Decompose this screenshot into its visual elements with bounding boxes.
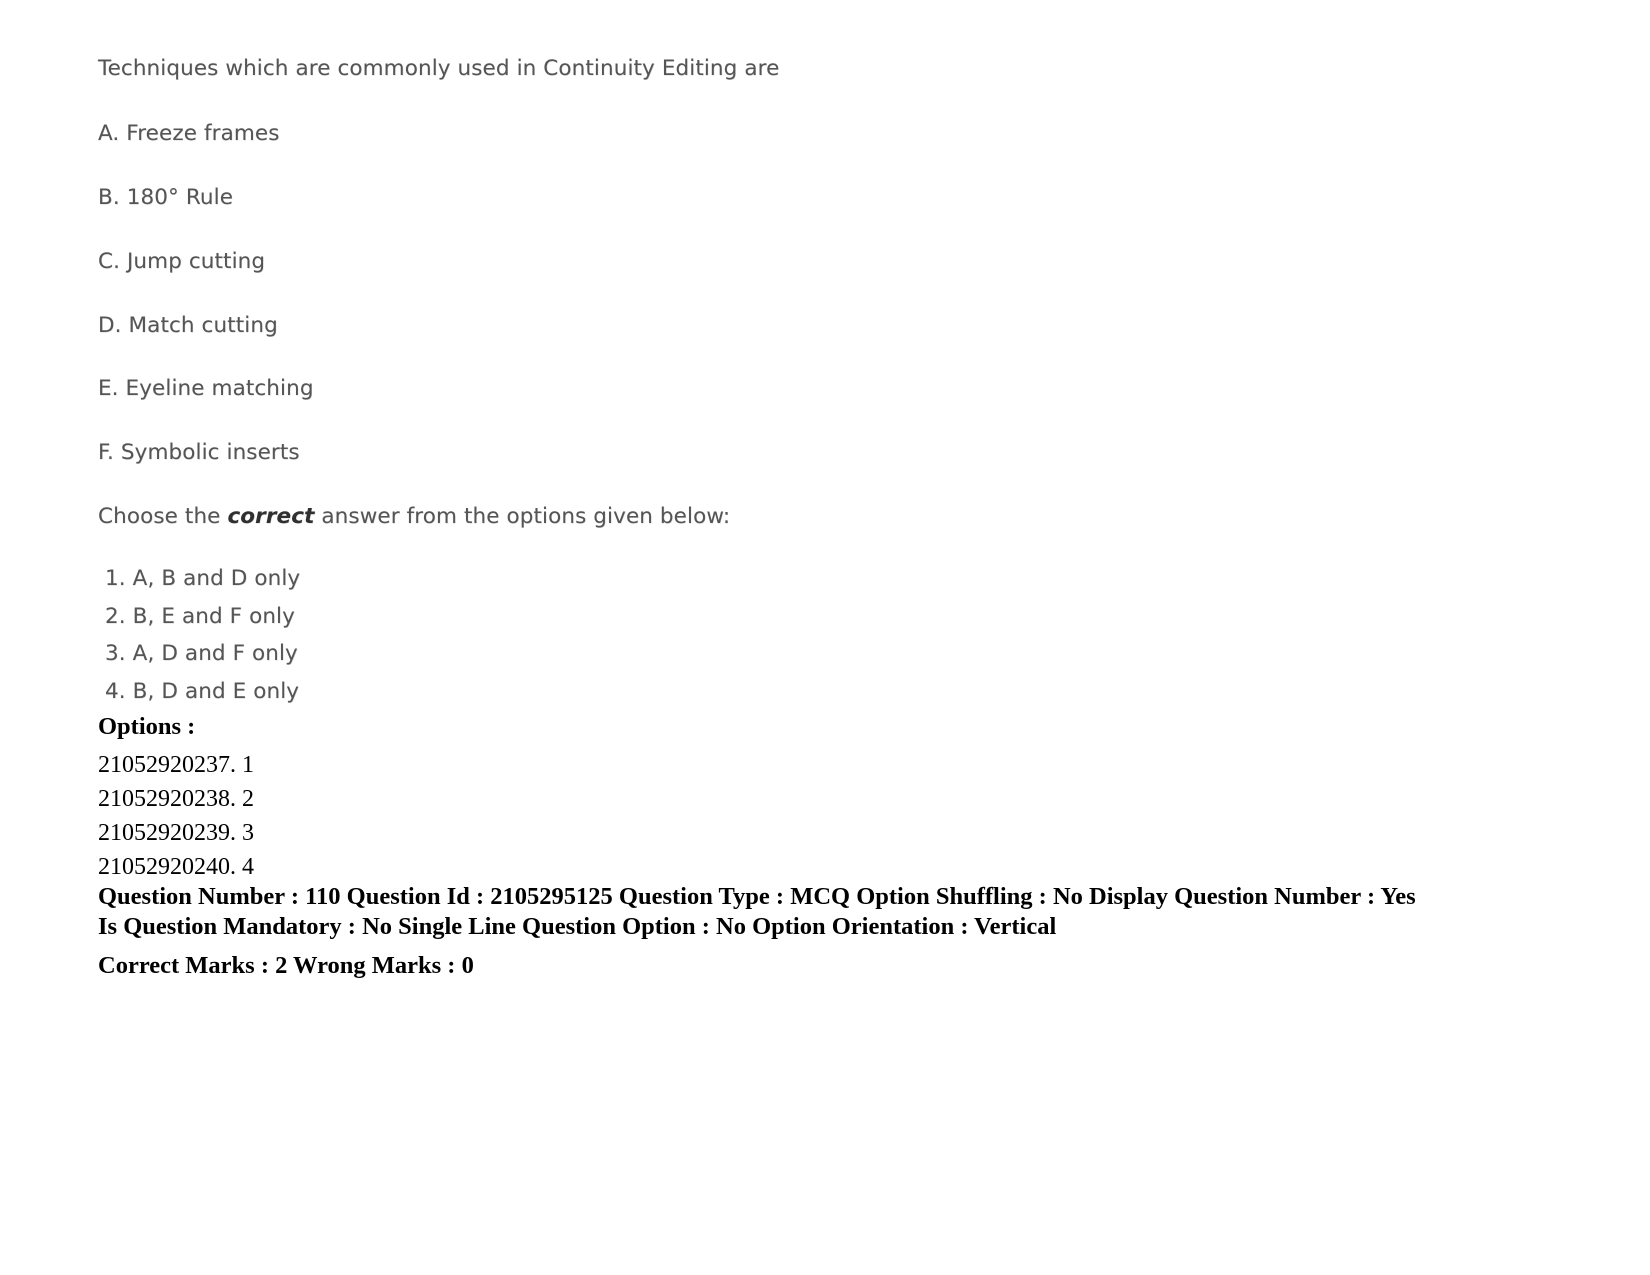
option-id-list: 21052920237. 1 21052920238. 2 2105292023…: [98, 748, 1518, 884]
statement-f: F. Symbolic inserts: [98, 440, 300, 466]
option-id-item: 21052920240. 4: [98, 854, 254, 881]
question-stem: Techniques which are commonly used in Co…: [98, 56, 780, 81]
options-section: Options : 21052920237. 1 21052920238. 2 …: [98, 710, 1518, 884]
answer-choice-list: 1. A, B and D only 2. B, E and F only 3.…: [105, 565, 1498, 705]
option-id-item: 21052920237. 1: [98, 751, 254, 778]
instruction-emphasis: correct: [227, 504, 315, 530]
statement-c: C. Jump cutting: [98, 248, 266, 274]
answer-choice-2[interactable]: 2. B, E and F only: [105, 603, 1498, 631]
option-id-item: 21052920239. 3: [98, 819, 254, 846]
answer-choice-1[interactable]: 1. A, B and D only: [105, 565, 1498, 593]
answer-choice-4[interactable]: 4. B, D and E only: [105, 678, 1498, 706]
statement-e: E. Eyeline matching: [98, 376, 314, 402]
metadata-line-2: Correct Marks : 2 Wrong Marks : 0: [98, 951, 474, 979]
question-metadata: Question Number : 110 Question Id : 2105…: [98, 882, 1423, 981]
metadata-line-1: Question Number : 110 Question Id : 2105…: [98, 883, 1416, 940]
statement-b: B. 180° Rule: [98, 184, 234, 210]
instruction-prefix: Choose the: [98, 504, 228, 530]
scanned-question-region: Techniques which are commonly used in Co…: [98, 56, 1498, 715]
option-id-item: 21052920238. 2: [98, 785, 254, 812]
exam-question-page: Techniques which are commonly used in Co…: [0, 0, 1650, 1275]
options-heading: Options :: [98, 713, 196, 740]
instruction-line: Choose the correct answer from the optio…: [98, 504, 1498, 531]
answer-choice-3[interactable]: 3. A, D and F only: [105, 640, 1498, 668]
statement-a: A. Freeze frames: [98, 120, 280, 146]
instruction-suffix: answer from the options given below:: [314, 504, 731, 530]
statement-d: D. Match cutting: [98, 312, 278, 338]
